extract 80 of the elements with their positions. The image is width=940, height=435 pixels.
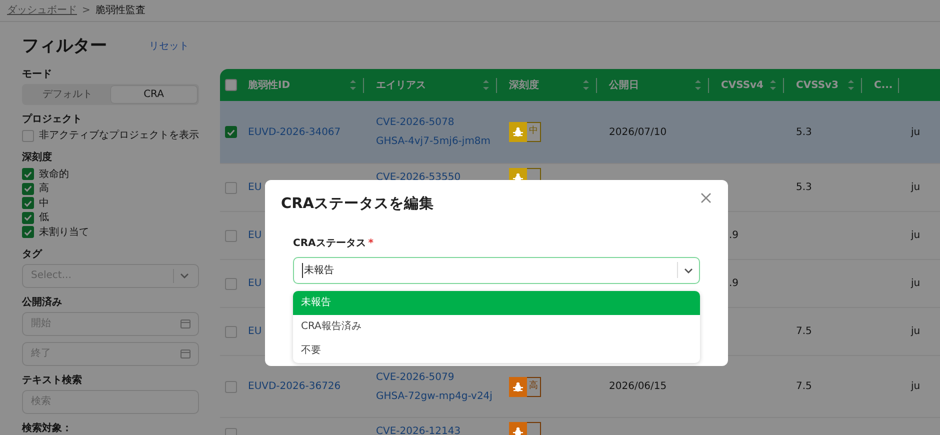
alias-link[interactable]: CVE-2026-12143 — [376, 422, 497, 435]
column-header[interactable]: エイリアス — [376, 78, 426, 92]
table-cell: ju — [911, 126, 920, 138]
breadcrumb-separator: > — [82, 4, 90, 18]
dropdown-option[interactable]: 不要 — [293, 338, 700, 363]
bug-icon — [512, 380, 524, 392]
vulnerability-id-link[interactable]: EU — [248, 230, 262, 241]
vulnerability-id-link[interactable]: EU — [248, 326, 262, 337]
close-icon — [700, 192, 712, 204]
row-checkbox[interactable] — [225, 230, 237, 242]
alias-link[interactable]: GHSA-4vj7-5mj6-jm8m — [376, 132, 497, 151]
checkbox-label: 非アクティブなプロジェクトを表示 — [39, 128, 199, 144]
mode-option[interactable]: CRA — [110, 86, 197, 102]
table-cell: ju — [911, 182, 920, 193]
status-select[interactable]: 未報告 — [293, 256, 700, 284]
row-checkbox[interactable] — [225, 380, 237, 392]
checkbox[interactable] — [22, 182, 34, 195]
dropdown-option[interactable]: CRA報告済み — [293, 314, 700, 339]
row-checkbox[interactable] — [225, 126, 237, 138]
dropdown-option[interactable]: 未報告 — [293, 290, 700, 315]
cvss-v3-score: 7.5 — [796, 326, 812, 337]
table-cell: ju — [911, 381, 920, 392]
filter-title: フィルター — [22, 35, 107, 58]
calendar-icon — [180, 348, 191, 358]
bug-icon — [512, 126, 524, 138]
filter-label: 公開済み — [22, 295, 63, 310]
filter-label: タグ — [22, 248, 44, 262]
checkbox[interactable] — [22, 197, 34, 210]
alias-link[interactable]: CVE-2026-5079 — [376, 368, 497, 386]
checkbox-label: 中 — [39, 196, 49, 211]
column-header[interactable]: 公開日 — [609, 78, 639, 92]
checkbox-label: 高 — [39, 182, 49, 196]
field-label: CRAステータス — [293, 236, 366, 251]
severity-label: 高 — [527, 376, 541, 396]
checkbox-label: 致命的 — [39, 168, 69, 182]
row-checkbox[interactable] — [225, 182, 237, 194]
checkbox[interactable] — [22, 130, 34, 142]
row-checkbox[interactable] — [225, 278, 237, 290]
vulnerability-id-link[interactable]: EUVD-2026-34067 — [248, 126, 341, 138]
bug-icon — [512, 426, 524, 435]
breadcrumb-link[interactable]: ダッシュボード — [7, 3, 77, 18]
severity-label: 中 — [527, 122, 541, 142]
table-cell: ju — [911, 230, 920, 241]
column-header[interactable]: 脆弱性ID — [248, 78, 290, 92]
filter-label: 検索対象： — [22, 421, 73, 435]
cvss-v4-score: .9 — [729, 278, 739, 289]
row-checkbox[interactable] — [225, 326, 237, 338]
check-icon — [23, 183, 33, 194]
checkbox[interactable] — [22, 212, 34, 224]
alias-link[interactable]: CVE-2026-5078 — [376, 113, 497, 132]
filter-label: テキスト検索 — [22, 374, 83, 388]
close-button[interactable] — [700, 192, 712, 204]
checkbox[interactable] — [22, 226, 34, 238]
filter-label: モード — [22, 68, 53, 82]
checkbox[interactable] — [22, 168, 34, 180]
calendar-icon — [180, 318, 191, 328]
cvss-v4-score: .9 — [729, 230, 739, 241]
filter-label: 深刻度 — [22, 150, 53, 165]
cvss-v3-score: 5.3 — [796, 182, 812, 193]
check-icon — [23, 212, 33, 224]
cvss-v3-score: 7.5 — [796, 381, 812, 392]
filter-label: プロジェクト — [22, 112, 83, 126]
modal-title: CRAステータスを編集 — [281, 194, 434, 214]
checkbox-label: 低 — [39, 211, 49, 226]
checkbox-label: 未割り当て — [39, 226, 89, 240]
alias-link[interactable]: GHSA-72gw-mp4g-v24j — [376, 386, 497, 406]
table-cell: ju — [911, 326, 920, 337]
required-mark: * — [368, 236, 374, 251]
table-cell: ju — [911, 278, 920, 289]
breadcrumb-current: 脆弱性監査 — [95, 4, 146, 18]
column-header[interactable]: 深刻度 — [509, 78, 539, 92]
mode-option[interactable]: デフォルト — [24, 86, 110, 102]
reset-link[interactable]: リセット — [149, 39, 189, 54]
cvss-v3-score: 5.3 — [796, 126, 812, 138]
vulnerability-id-link[interactable]: EU — [248, 278, 262, 289]
select-all-checkbox[interactable] — [225, 79, 237, 91]
published-date: 2026/07/10 — [609, 126, 667, 138]
vulnerability-id-link[interactable]: EUVD-2026-36726 — [248, 381, 341, 392]
published-date: 2026/06/15 — [609, 381, 667, 392]
vulnerability-id-link[interactable]: EU — [248, 182, 262, 193]
